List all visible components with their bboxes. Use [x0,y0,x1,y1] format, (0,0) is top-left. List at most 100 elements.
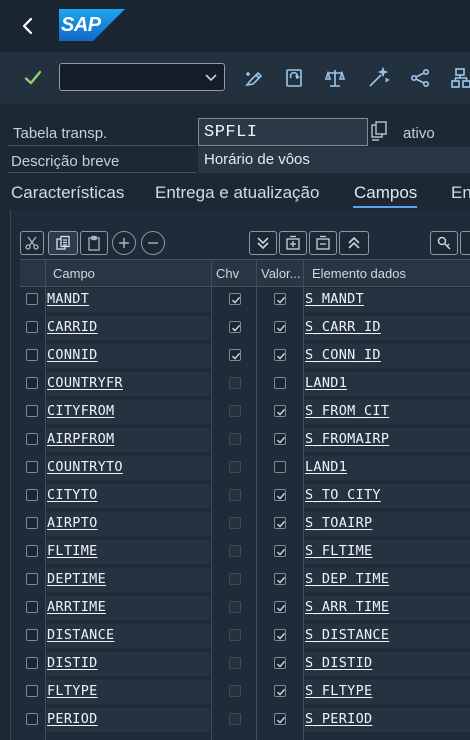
value-checkbox[interactable] [274,433,286,445]
value-checkbox[interactable] [274,713,286,725]
data-element[interactable]: S_ARR_TIME [305,599,389,615]
value-checkbox[interactable] [274,461,286,473]
command-field[interactable] [59,63,225,91]
data-element[interactable]: S_DEP_TIME [305,571,389,587]
field-name[interactable]: MANDT [47,291,89,307]
table-row[interactable]: CARRID S_CARR_ID [20,314,470,342]
copy-icon[interactable] [48,231,78,255]
field-name[interactable]: COUNTRYFR [47,375,123,391]
more-toolbar-icon[interactable] [460,231,470,255]
field-name[interactable]: DISTANCE [47,627,114,643]
key-checkbox[interactable] [229,321,241,333]
key-checkbox[interactable] [229,433,241,445]
table-row[interactable]: AIRPFROM S_FROMAIRP [20,426,470,454]
checkmark-icon[interactable] [21,66,45,90]
table-row[interactable]: CITYFROM S_FROM_CIT [20,398,470,426]
display-change-icon[interactable] [242,66,266,90]
value-checkbox[interactable] [274,405,286,417]
field-name[interactable]: CARRID [47,319,98,335]
chevron-down-icon[interactable] [204,70,218,84]
insert-row-icon[interactable] [112,231,136,255]
data-element[interactable]: S_PERIOD [305,711,372,727]
table-row[interactable]: CITYTO S_TO_CITY [20,482,470,510]
field-name[interactable]: AIRPTO [47,515,98,531]
table-row[interactable]: DEPTIME S_DEP_TIME [20,566,470,594]
value-checkbox[interactable] [274,321,286,333]
key-checkbox[interactable] [229,349,241,361]
row-select-checkbox[interactable] [26,293,38,305]
data-element[interactable]: S_TO_CITY [305,487,381,503]
tab-caracteristicas[interactable]: Características [11,183,124,203]
table-row[interactable]: MANDT S_MANDT [20,286,470,314]
hierarchy-icon[interactable] [450,66,470,90]
table-name-field[interactable]: SPFLI [198,118,368,146]
field-name[interactable]: PERIOD [47,711,98,727]
row-select-checkbox[interactable] [26,349,38,361]
row-select-checkbox[interactable] [26,657,38,669]
table-row[interactable]: ARRTIME S_ARR_TIME [20,594,470,622]
collapse-icon[interactable] [309,231,337,255]
balance-icon[interactable] [323,66,347,90]
expand-all-icon[interactable] [249,231,277,255]
field-name[interactable]: DEPTIME [47,571,106,587]
command-input[interactable] [60,64,202,88]
row-select-checkbox[interactable] [26,601,38,613]
insert-structure-icon[interactable] [279,231,307,255]
where-used-icon[interactable] [408,66,432,90]
row-select-checkbox[interactable] [26,377,38,389]
value-checkbox[interactable] [274,377,286,389]
table-row[interactable]: COUNTRYFR LAND1 [20,370,470,398]
magic-wand-icon[interactable] [366,66,390,90]
key-checkbox[interactable] [229,489,241,501]
data-element[interactable]: S_CARR_ID [305,319,381,335]
value-checkbox[interactable] [274,685,286,697]
data-element[interactable]: S_DISTID [305,655,372,671]
key-checkbox[interactable] [229,601,241,613]
key-checkbox[interactable] [229,713,241,725]
value-help-icon[interactable] [368,118,390,146]
row-select-checkbox[interactable] [26,573,38,585]
row-select-checkbox[interactable] [26,713,38,725]
row-select-checkbox[interactable] [26,517,38,529]
tab-entrega[interactable]: Entrega e atualização [155,183,319,203]
key-checkbox[interactable] [229,405,241,417]
data-element[interactable]: S_FROMAIRP [305,431,389,447]
table-row[interactable]: CONNID S_CONN_ID [20,342,470,370]
tab-more[interactable]: En [451,183,470,203]
col-elemento[interactable]: Elemento dados [312,266,406,281]
row-select-checkbox[interactable] [26,489,38,501]
data-element[interactable]: LAND1 [305,375,347,391]
cut-icon[interactable] [20,231,44,255]
field-name[interactable]: CONNID [47,347,98,363]
chevron-left-icon[interactable] [14,12,42,40]
table-row[interactable]: FLTYPE S_FLTYPE [20,678,470,706]
key-checkbox[interactable] [229,685,241,697]
table-row[interactable]: FLTIME S_FLTIME [20,538,470,566]
row-select-checkbox[interactable] [26,321,38,333]
value-checkbox[interactable] [274,517,286,529]
data-element[interactable]: S_FLTYPE [305,683,372,699]
col-valor[interactable]: Valor... [261,266,301,281]
delete-row-icon[interactable] [141,231,165,255]
search-icon[interactable] [430,231,458,255]
paste-icon[interactable] [80,231,108,255]
table-row[interactable]: PERIOD S_PERIOD [20,706,470,734]
data-element[interactable]: S_MANDT [305,291,364,307]
key-checkbox[interactable] [229,573,241,585]
row-select-checkbox[interactable] [26,545,38,557]
field-name[interactable]: DISTID [47,655,98,671]
field-name[interactable]: ARRTIME [47,599,106,615]
value-checkbox[interactable] [274,601,286,613]
key-checkbox[interactable] [229,545,241,557]
tab-campos[interactable]: Campos [354,183,417,203]
key-checkbox[interactable] [229,629,241,641]
key-checkbox[interactable] [229,461,241,473]
field-name[interactable]: FLTYPE [47,683,98,699]
data-element[interactable]: S_TOAIRP [305,515,372,531]
data-element[interactable]: S_FLTIME [305,543,372,559]
row-select-checkbox[interactable] [26,405,38,417]
data-element[interactable]: S_DISTANCE [305,627,389,643]
field-name[interactable]: CITYTO [47,487,98,503]
value-checkbox[interactable] [274,573,286,585]
table-row[interactable]: COUNTRYTO LAND1 [20,454,470,482]
